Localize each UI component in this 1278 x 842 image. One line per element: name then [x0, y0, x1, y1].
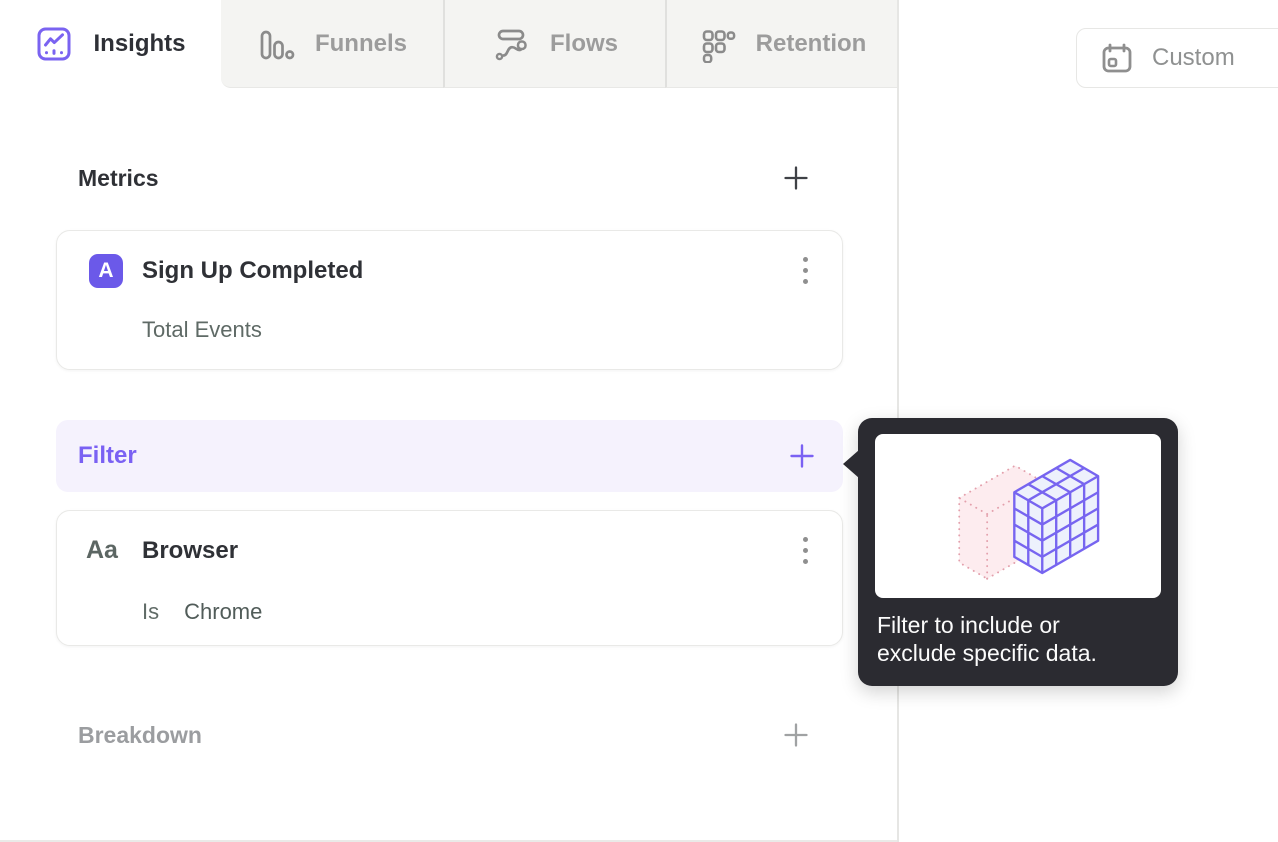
filter-more-options-button[interactable] [797, 533, 814, 568]
metric-card[interactable]: A Sign Up Completed Total Events [56, 230, 843, 370]
tab-insights[interactable]: Insights [0, 0, 221, 88]
add-filter-button[interactable] [787, 441, 817, 471]
kebab-icon [803, 537, 808, 542]
report-type-tabbar: Insights Funnels Flows Retention [0, 0, 897, 88]
tab-insights-label: Insights [93, 29, 186, 57]
plus-icon [784, 723, 808, 747]
tab-funnels[interactable]: Funnels [221, 0, 443, 88]
flows-icon [495, 29, 527, 60]
add-breakdown-button[interactable] [781, 720, 811, 750]
custom-date-label: Custom [1152, 44, 1235, 71]
cube-grid-illustration [957, 458, 1099, 580]
tooltip-text: Filter to include or exclude specific da… [877, 611, 1160, 667]
breakdown-section-header: Breakdown [78, 715, 811, 755]
tab-retention[interactable]: Retention [665, 0, 897, 88]
metrics-title: Metrics [78, 164, 159, 191]
breakdown-title: Breakdown [78, 721, 202, 748]
filter-title: Filter [78, 442, 137, 469]
metric-card-title: Sign Up Completed [142, 256, 364, 284]
tooltip-text-line2: exclude specific data. [877, 640, 1097, 666]
calendar-icon [1102, 43, 1132, 73]
custom-date-button[interactable]: Custom [1076, 28, 1278, 88]
tab-flows[interactable]: Flows [443, 0, 665, 88]
metric-more-options-button[interactable] [797, 253, 814, 288]
funnels-icon [260, 30, 295, 59]
tooltip-text-line1: Filter to include or [877, 612, 1060, 638]
tab-flows-label: Flows [549, 29, 618, 57]
insights-icon [37, 27, 71, 60]
tooltip-illustration-card [875, 434, 1161, 598]
tab-retention-label: Retention [755, 29, 867, 57]
filter-card[interactable]: Aa Browser Is Chrome [56, 510, 843, 646]
retention-icon [702, 29, 736, 63]
filter-operator-selector[interactable]: Is [142, 599, 159, 624]
tab-funnels-label: Funnels [314, 29, 407, 57]
kebab-icon [803, 257, 808, 262]
filter-help-tooltip: Filter to include or exclude specific da… [843, 418, 1178, 686]
add-metric-button[interactable] [781, 163, 811, 193]
tooltip-arrow [843, 450, 859, 478]
filter-card-title: Browser [142, 536, 239, 564]
metric-aggregation-selector[interactable]: Total Events [142, 317, 262, 343]
metrics-section-header: Metrics [78, 158, 811, 198]
metric-letter-badge: A [89, 253, 123, 288]
filter-value-selector[interactable]: Chrome [184, 599, 262, 624]
plus-icon [784, 166, 808, 190]
filter-section-header[interactable]: Filter [56, 420, 843, 492]
string-property-icon: Aa [86, 536, 118, 564]
plus-icon [790, 444, 814, 468]
